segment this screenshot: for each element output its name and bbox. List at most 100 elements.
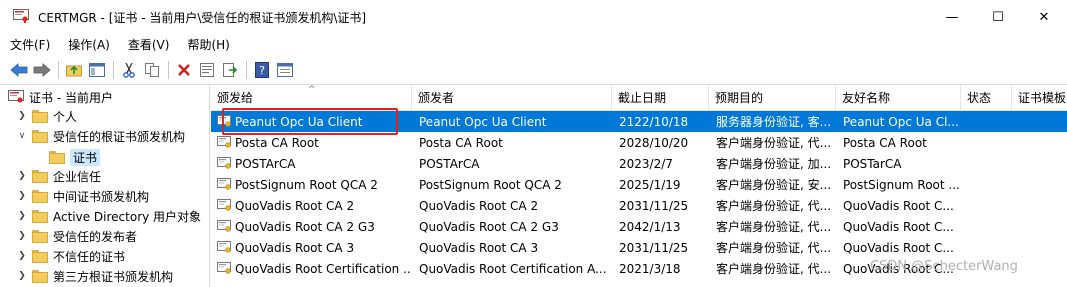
cell-expiry: 2031/11/25	[619, 240, 689, 255]
folder-icon	[32, 229, 48, 243]
properties-button[interactable]	[196, 59, 218, 81]
cell-text: QuoVadis Root CA 3	[235, 240, 355, 255]
chevron-right-icon[interactable]: ❯	[16, 171, 28, 181]
chevron-right-icon[interactable]: ❯	[16, 211, 28, 221]
cell-issued-to: Posta CA Root	[211, 132, 412, 153]
table-row[interactable]: QuoVadis Root CA 3 QuoVadis Root CA 3 2031…	[211, 237, 1067, 258]
certificate-icon	[217, 115, 231, 127]
watermark: CSDN @SchecterWang	[870, 259, 1018, 274]
cell-issued-by: Peanut Opc Ua Client	[419, 114, 547, 129]
menu-file[interactable]: 文件(F)	[0, 36, 58, 53]
view-button[interactable]	[274, 59, 296, 81]
chevron-down-icon[interactable]: ∨	[16, 131, 28, 141]
tree-item-personal[interactable]: ❯ 个人	[16, 106, 77, 126]
copy-button[interactable]	[141, 59, 163, 81]
cell-purpose: 客户端身份验证, 代...	[716, 136, 832, 150]
tree-item-label: 第三方根证书颁发机构	[53, 269, 174, 284]
cell-expiry: 2023/2/7	[619, 156, 673, 171]
chevron-right-icon[interactable]: ❯	[16, 251, 28, 261]
export-icon	[223, 63, 238, 77]
certificate-icon	[217, 241, 231, 253]
column-header-purpose[interactable]: 预期目的	[709, 85, 836, 110]
chevron-right-icon[interactable]: ❯	[16, 271, 28, 281]
folder-icon	[32, 189, 48, 203]
table-row[interactable]: Peanut Opc Ua Client Peanut Opc Ua Client…	[211, 111, 1067, 132]
cell-issued-by: PostSignum Root QCA 2	[419, 177, 562, 192]
navigation-tree: 证书 - 当前用户 ❯ 个人 ∨ 受信任的根证书颁发机构 证书 ❯ 企业信任 ❯ 中间证…	[0, 85, 210, 287]
tree-item-label: 受信任的发布者	[53, 229, 138, 244]
cell-issued-to: QuoVadis Root CA 2 G3	[211, 216, 412, 237]
cell-expiry: 2025/1/19	[619, 177, 681, 192]
back-button[interactable]	[8, 59, 30, 81]
maximize-button[interactable]: ☐	[975, 0, 1021, 34]
close-button[interactable]: ✕	[1021, 0, 1067, 34]
column-header-template[interactable]: 证书模板	[1012, 85, 1067, 110]
cell-text: POSTArCA	[235, 156, 296, 171]
chevron-right-icon[interactable]: ❯	[16, 231, 28, 241]
forward-arrow-icon	[33, 63, 51, 77]
tree-item-untrusted[interactable]: ❯ 不信任的证书	[16, 246, 125, 266]
chevron-right-icon[interactable]: ❯	[16, 191, 28, 201]
back-arrow-icon	[10, 63, 28, 77]
menu-help[interactable]: 帮助(H)	[177, 36, 237, 53]
column-header-expiry[interactable]: 截止日期	[612, 85, 709, 110]
forward-button[interactable]	[31, 59, 53, 81]
properties-icon	[200, 63, 214, 77]
table-row[interactable]: PostSignum Root QCA 2 PostSignum Root QCA…	[211, 174, 1067, 195]
tree-item-trusted-publishers[interactable]: ❯ 受信任的发布者	[16, 226, 137, 246]
cell-purpose: 客户端身份验证, 代...	[716, 241, 832, 255]
export-button[interactable]	[219, 59, 241, 81]
tree-item-label: 中间证书颁发机构	[53, 189, 150, 204]
delete-button[interactable]	[173, 59, 195, 81]
folder-icon	[32, 249, 48, 263]
menu-action[interactable]: 操作(A)	[58, 36, 118, 53]
chevron-right-icon[interactable]: ❯	[16, 111, 28, 121]
cut-button[interactable]	[118, 59, 140, 81]
window-title: CERTMGR - [证书 - 当前用户\受信任的根证书颁发机构\证书]	[38, 11, 367, 25]
column-header-issued-to[interactable]: 颁发给	[211, 85, 412, 110]
tree-item-third-party-root[interactable]: ❯ 第三方根证书颁发机构	[16, 266, 173, 286]
certmgr-app-icon	[13, 9, 29, 23]
tree-item-active-directory[interactable]: ❯ Active Directory 用户对象	[16, 206, 201, 226]
table-row[interactable]: QuoVadis Root CA 2 QuoVadis Root CA 2 2031…	[211, 195, 1067, 216]
show-tree-icon	[89, 63, 105, 77]
cell-expiry: 2031/11/25	[619, 198, 689, 213]
help-button[interactable]: ?	[251, 59, 273, 81]
tree-item-certificates[interactable]: 证书	[45, 147, 101, 167]
show-tree-button[interactable]	[86, 59, 108, 81]
tree-root[interactable]: 证书 - 当前用户	[8, 87, 113, 107]
table-row[interactable]: QuoVadis Root CA 2 G3 QuoVadis Root CA 2 …	[211, 216, 1067, 237]
folder-icon	[49, 150, 65, 164]
copy-icon	[145, 63, 159, 77]
close-icon: ✕	[1038, 9, 1050, 25]
toolbar: ?	[0, 56, 1067, 85]
table-row[interactable]: Posta CA Root Posta CA Root 2028/10/20 客户端身…	[211, 132, 1067, 153]
column-header-status[interactable]: 状态	[961, 85, 1012, 110]
tree-item-trusted-root[interactable]: ∨ 受信任的根证书颁发机构	[16, 126, 185, 146]
certificate-list: ^ 颁发给 颁发者 截止日期 预期目的 友好名称 状态 证书模板 Peanut …	[211, 85, 1067, 287]
tree-item-label: Active Directory 用户对象	[53, 209, 202, 224]
menu-view[interactable]: 查看(V)	[118, 36, 178, 53]
help-icon: ?	[255, 62, 269, 78]
column-header-issued-by[interactable]: 颁发者	[412, 85, 612, 110]
certificate-icon	[217, 262, 231, 274]
tree-item-enterprise-trust[interactable]: ❯ 企业信任	[16, 166, 101, 186]
tree-item-label: 不信任的证书	[53, 249, 126, 264]
cell-text: Peanut Opc Ua Client	[235, 114, 363, 129]
cell-expiry: 2021/3/18	[619, 261, 681, 276]
tree-item-label: 企业信任	[53, 169, 102, 184]
cell-issued-to: POSTArCA	[211, 153, 412, 174]
up-level-button[interactable]	[63, 59, 85, 81]
tree-root-label: 证书 - 当前用户	[29, 90, 113, 105]
cell-expiry: 2042/1/13	[619, 219, 681, 234]
column-header-friendly-name[interactable]: 友好名称	[836, 85, 961, 110]
delete-icon	[178, 64, 190, 76]
tree-item-intermediate-ca[interactable]: ❯ 中间证书颁发机构	[16, 186, 149, 206]
folder-icon	[32, 129, 48, 143]
table-row[interactable]: POSTArCA POSTArCA 2023/2/7 客户端身份验证, 加... POS…	[211, 153, 1067, 174]
minimize-button[interactable]: —	[929, 0, 975, 34]
cell-friendly: POSTarCA	[843, 156, 902, 171]
toolbar-separator	[58, 61, 59, 79]
cell-friendly: QuoVadis Root C...	[843, 219, 954, 234]
certificate-icon	[217, 220, 231, 232]
